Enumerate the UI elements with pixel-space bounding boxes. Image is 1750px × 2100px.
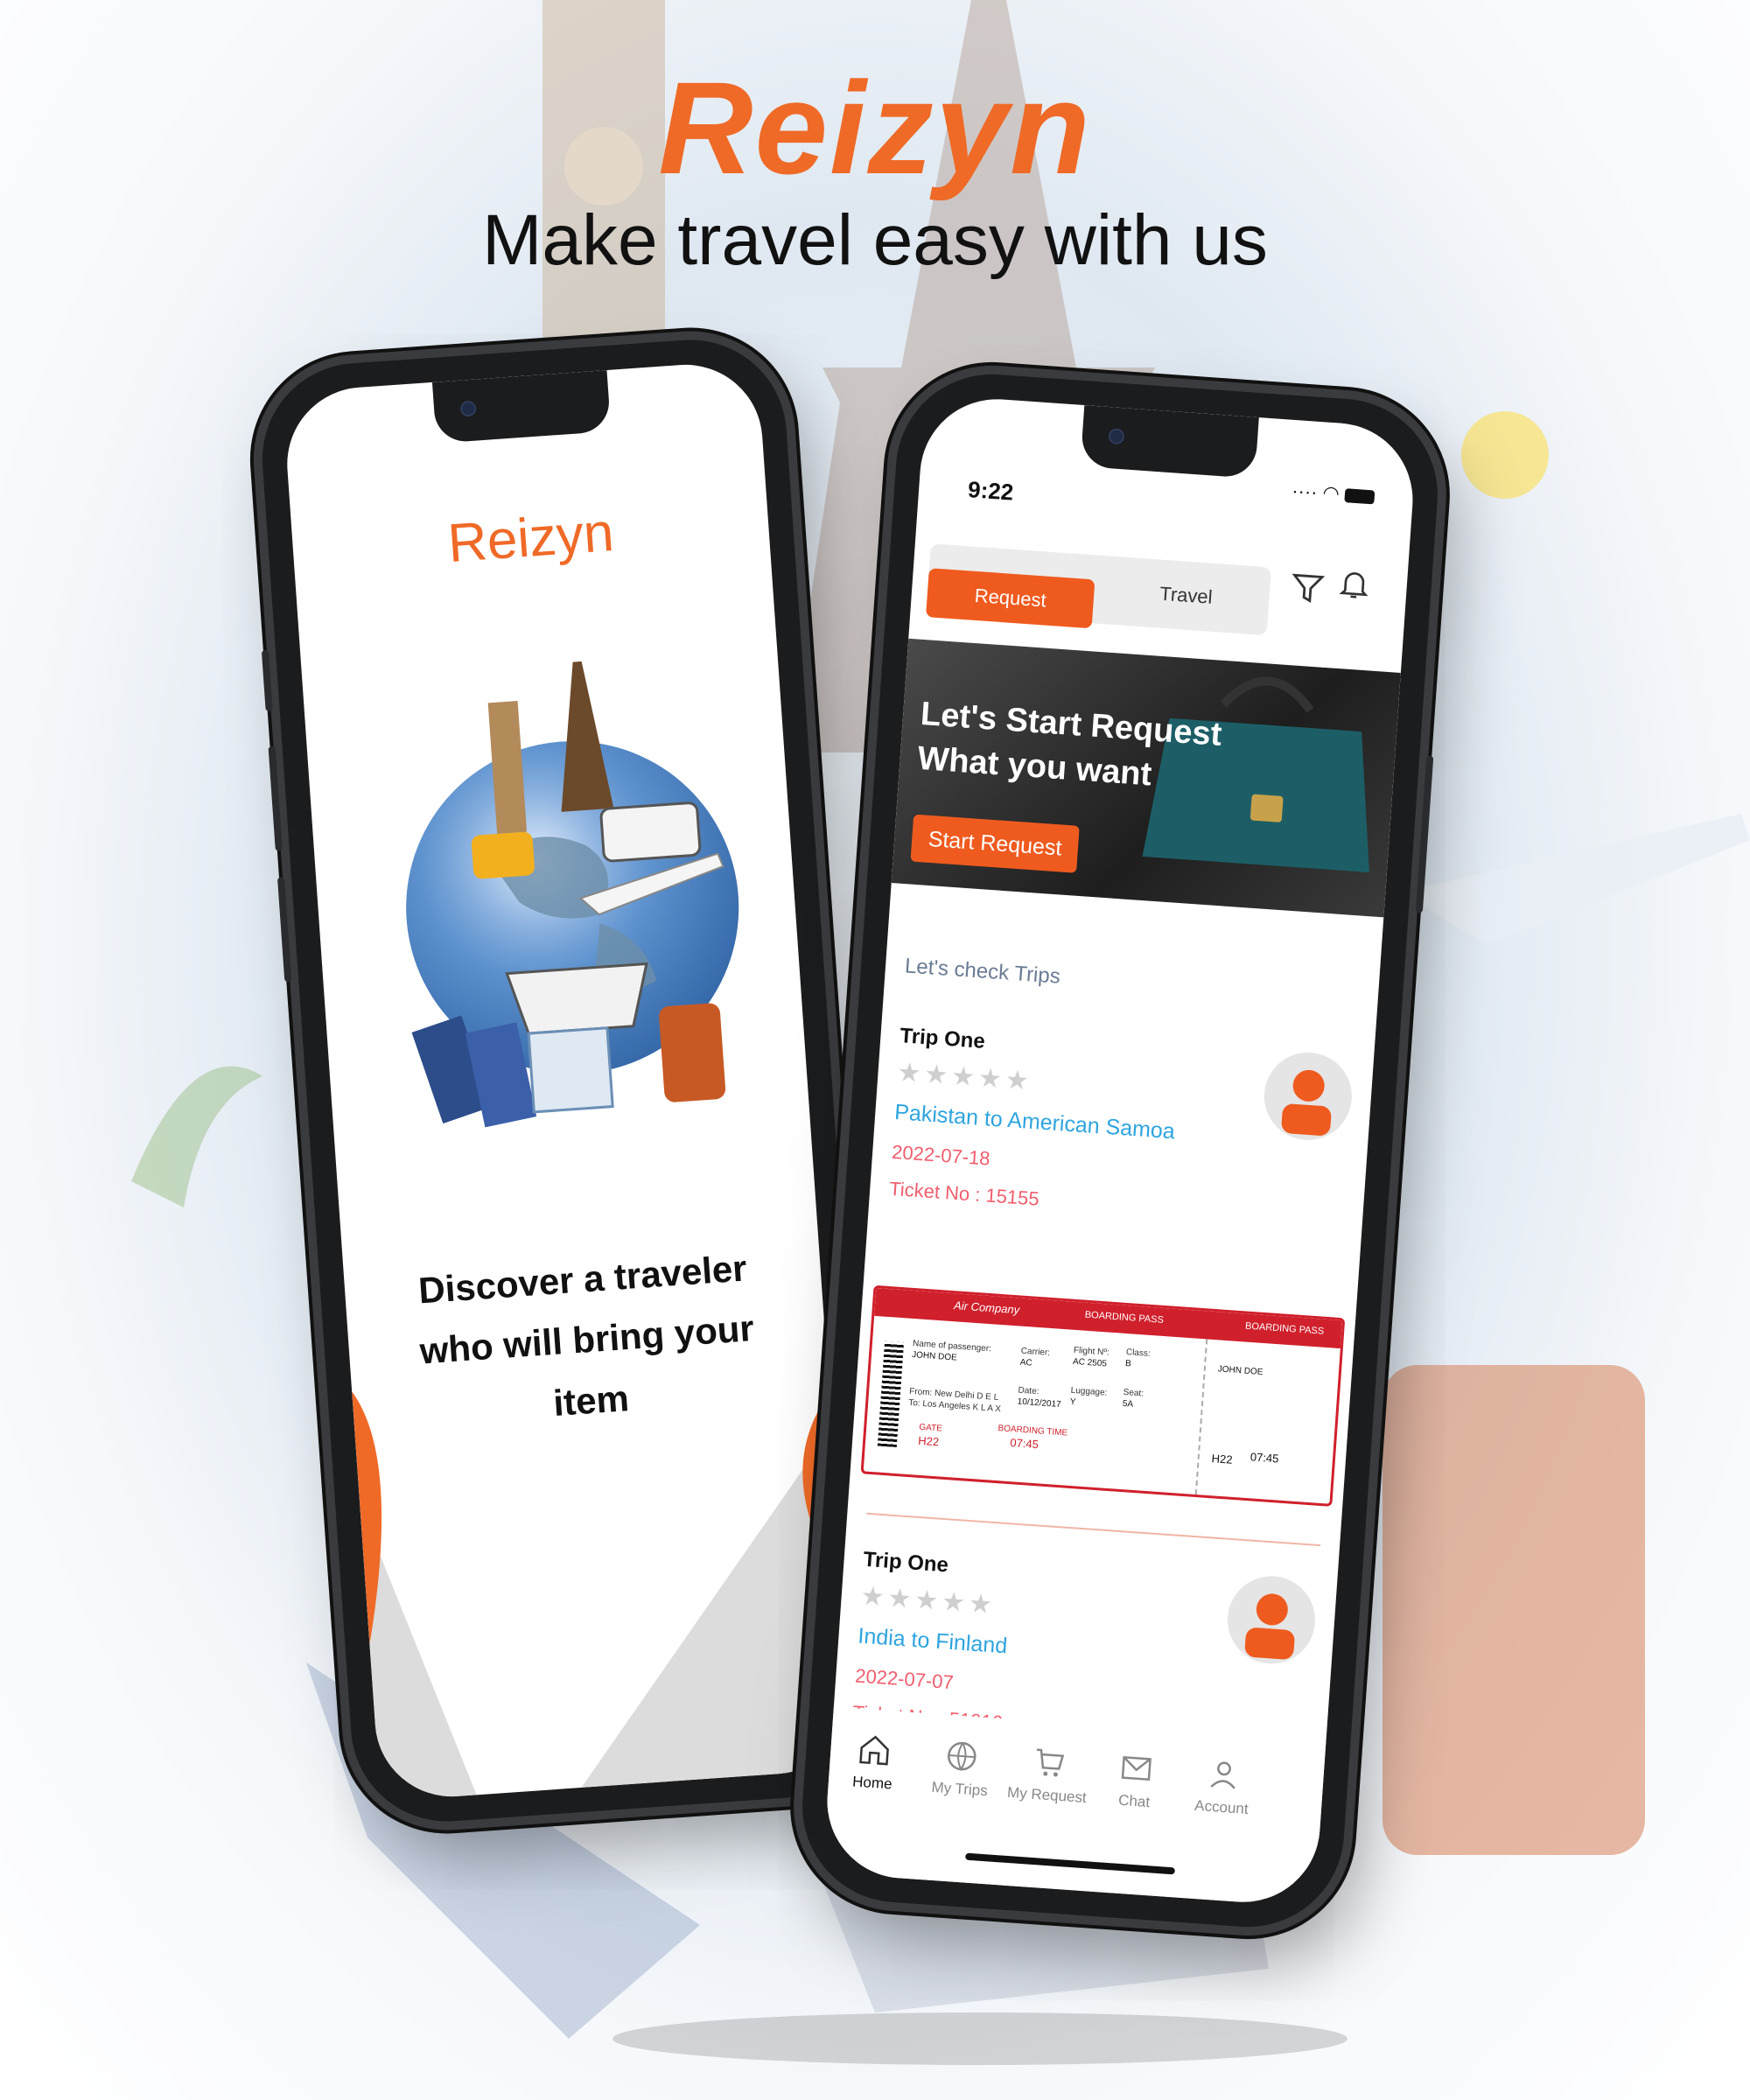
brand-title: Reizyn [658,54,1092,201]
nav-label: Account [1194,1796,1250,1818]
nav-label: My Request [1006,1783,1088,1807]
pass-class: B [1124,1359,1132,1369]
ticket-label: Ticket No : [888,1177,982,1206]
cart-icon [1036,1748,1065,1777]
pass-date: 10/12/2017 [1017,1396,1062,1410]
globe-icon [948,1741,976,1772]
nav-label: Chat [1117,1791,1151,1811]
travel-globe-illustration [406,661,739,1128]
pass-stub-passenger: JOHN DOE [1217,1364,1264,1378]
splash-bottom-decoration [352,1391,856,1802]
pass-boarding-time-label: BOARDING TIME [998,1424,1068,1438]
brand-subtitle: Make travel easy with us [482,200,1268,280]
pass-barcode [877,1340,905,1448]
pass-carrier: AC [1019,1357,1033,1368]
pass-stub-time: 07:45 [1250,1450,1279,1466]
phone-left: Reizyn Discover a traveler who will brin… [256,333,882,1828]
start-request-button[interactable]: Start Request [910,814,1080,873]
pass-class-label: Class: [1125,1348,1152,1359]
camera-icon [459,400,477,417]
pass-stub-gate: H22 [1211,1452,1234,1466]
request-travel-tabs: Request Travel [926,543,1271,636]
ticket-number: 15155 [984,1184,1040,1210]
notch [431,369,612,444]
pass-stub-divider [1194,1339,1208,1495]
tab-request[interactable]: Request [926,568,1096,629]
pass-passenger: JOHN DOE [911,1349,958,1363]
user-icon [1210,1761,1236,1789]
mail-icon [1121,1756,1152,1782]
battery-icon [1344,488,1376,505]
nav-label: Home [851,1773,893,1793]
nav-chat[interactable]: Chat [1090,1748,1181,1814]
bell-icon[interactable] [1335,564,1373,605]
pass-date-label: Date: [1018,1385,1040,1397]
pass-flight: AC 2505 [1072,1356,1108,1369]
pass-carrier-label: Carrier: [1020,1346,1051,1358]
bottom-nav: Home My Trips My Request Chat Account [822,1706,1326,1908]
camera-icon [1108,428,1125,445]
status-time: 9:22 [967,476,1015,506]
request-banner: Let's Start Request What you want Start … [891,638,1401,918]
tab-travel[interactable]: Travel [1101,556,1271,635]
nav-my-trips[interactable]: My Trips [915,1736,1006,1802]
pass-luggage: Y [1069,1396,1076,1408]
pass-boarding-time: 07:45 [1009,1436,1040,1452]
pass-seat: 5A [1122,1398,1134,1410]
pass-flight-label: Flight Nº: [1073,1345,1110,1358]
home-screen: 9:22 ···· ◠ Request Travel Let's Start R… [822,394,1418,1908]
pass-luggage-label: Luggage: [1070,1385,1108,1398]
section-title: Let's check Trips [904,954,1061,989]
nav-label: My Trips [930,1778,989,1800]
nav-account[interactable]: Account [1177,1754,1268,1820]
boarding-pass-image: Air Company BOARDING PASS BOARDING PASS … [860,1284,1346,1507]
home-icon [859,1735,889,1766]
splash-screen: Reizyn Discover a traveler who will brin… [282,359,856,1802]
notch [1080,405,1259,479]
filter-icon[interactable] [1288,569,1327,608]
status-icons: ···· ◠ [1291,479,1376,508]
wifi-icon: ◠ [1321,481,1340,505]
pass-gate-label: GATE [918,1422,943,1434]
pass-gate: H22 [917,1433,940,1449]
phone-right: 9:22 ···· ◠ Request Travel Let's Start R… [795,368,1445,1934]
pass-seat-label: Seat: [1123,1387,1144,1399]
signal-icon: ···· [1291,479,1319,503]
splash-logo: Reizyn [445,501,616,575]
trip-divider [866,1512,1321,1547]
nav-my-request[interactable]: My Request [1003,1742,1094,1808]
nav-home[interactable]: Home [828,1730,919,1796]
trip-card[interactable]: Trip One ★★★★★ Pakistan to American Samo… [888,1024,1355,1232]
home-indicator[interactable] [965,1852,1175,1875]
